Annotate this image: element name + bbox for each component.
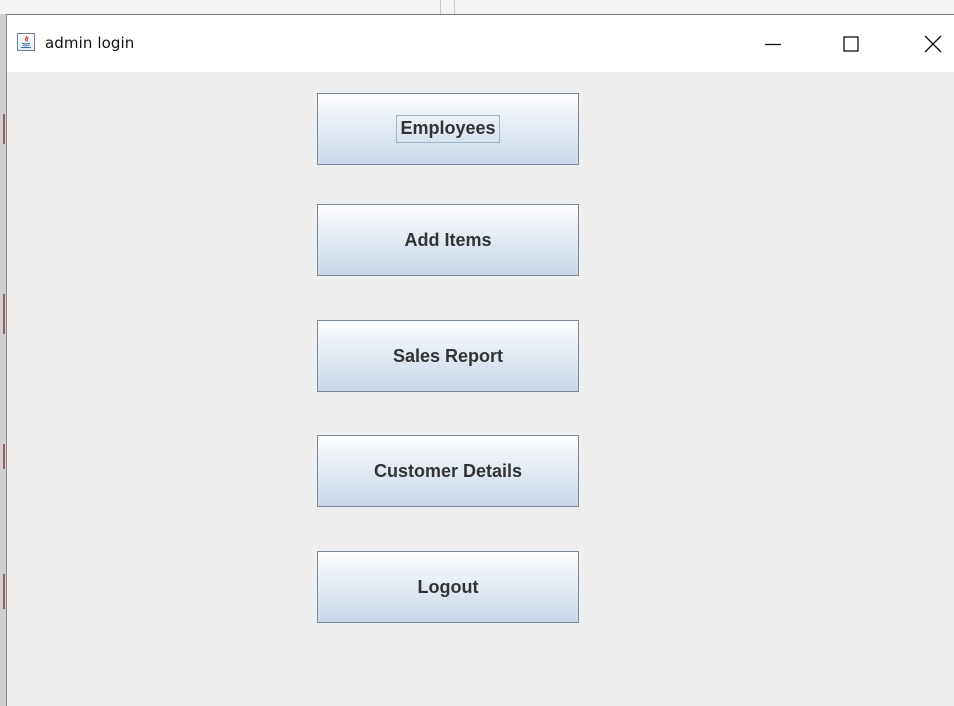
minimize-button[interactable] bbox=[749, 15, 795, 72]
window-title: admin login bbox=[45, 34, 135, 52]
java-icon bbox=[17, 33, 35, 51]
customer-details-button[interactable]: Customer Details bbox=[317, 435, 579, 507]
maximize-button[interactable] bbox=[827, 15, 873, 72]
maximize-icon bbox=[843, 36, 859, 52]
employees-button-label: Employees bbox=[396, 115, 500, 143]
logout-button-label: Logout bbox=[417, 576, 479, 597]
title-bar[interactable]: admin login bbox=[7, 15, 954, 72]
background-window-strip bbox=[0, 0, 954, 14]
sales-report-button[interactable]: Sales Report bbox=[317, 320, 579, 392]
employees-button[interactable]: Employees bbox=[317, 93, 579, 165]
logout-button[interactable]: Logout bbox=[317, 551, 579, 623]
admin-login-window: admin login Employees Add Items Sales Re… bbox=[6, 14, 954, 706]
screen: admin login Employees Add Items Sales Re… bbox=[0, 0, 954, 706]
minimize-icon bbox=[765, 43, 781, 46]
content-panel: Employees Add Items Sales Report Custome… bbox=[7, 72, 954, 706]
sales-report-button-label: Sales Report bbox=[392, 345, 504, 366]
close-icon bbox=[924, 35, 942, 53]
customer-details-button-label: Customer Details bbox=[373, 460, 523, 481]
close-button[interactable] bbox=[909, 15, 954, 72]
add-items-button[interactable]: Add Items bbox=[317, 204, 579, 276]
add-items-button-label: Add Items bbox=[404, 229, 492, 250]
